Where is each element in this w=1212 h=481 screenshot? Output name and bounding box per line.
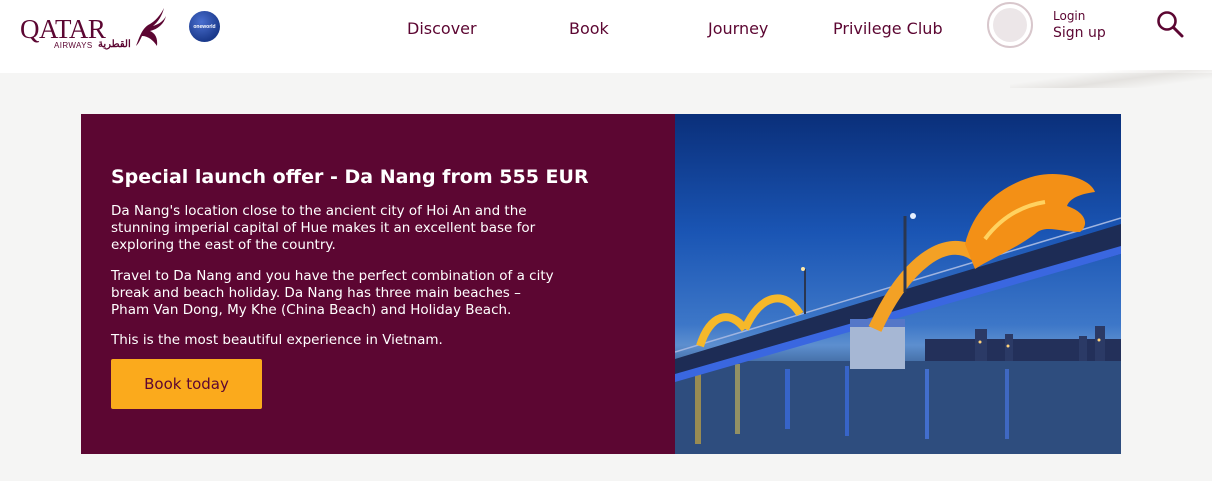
bridge-illustration [675,173,1121,454]
login-link[interactable]: Login [1053,9,1085,23]
promo-text-panel: Special launch offer - Da Nang from 555 … [81,114,675,454]
promo-paragraph: Da Nang's location close to the ancient … [111,203,536,253]
qatar-airways-logo[interactable]: QATAR AIRWAYS القطرية [18,6,168,52]
search-icon[interactable] [1155,9,1185,39]
logo-subtext: AIRWAYS [54,41,93,50]
oneworld-label: oneworld [193,23,216,30]
oryx-logo-icon [136,8,166,46]
avatar-placeholder [993,8,1027,42]
promo-title: Special launch offer - Da Nang from 555 … [111,166,589,188]
oneworld-icon[interactable]: oneworld [189,11,220,42]
header-shadow-decoration [1010,70,1212,88]
promo-banner: Special launch offer - Da Nang from 555 … [81,114,1121,454]
avatar-icon[interactable] [987,2,1033,48]
site-header: QATAR AIRWAYS القطرية oneworld Discover … [0,0,1212,73]
book-today-button[interactable]: Book today [111,359,262,409]
da-nang-bridge-photo [675,114,1121,454]
nav-journey[interactable]: Journey [708,19,768,38]
nav-privilege-club[interactable]: Privilege Club [833,19,943,38]
nav-discover[interactable]: Discover [407,19,477,38]
signup-link[interactable]: Sign up [1053,25,1106,41]
promo-paragraph: This is the most beautiful experience in… [111,332,443,348]
nav-book[interactable]: Book [569,19,609,38]
promo-paragraph: Travel to Da Nang and you have the perfe… [111,268,554,318]
